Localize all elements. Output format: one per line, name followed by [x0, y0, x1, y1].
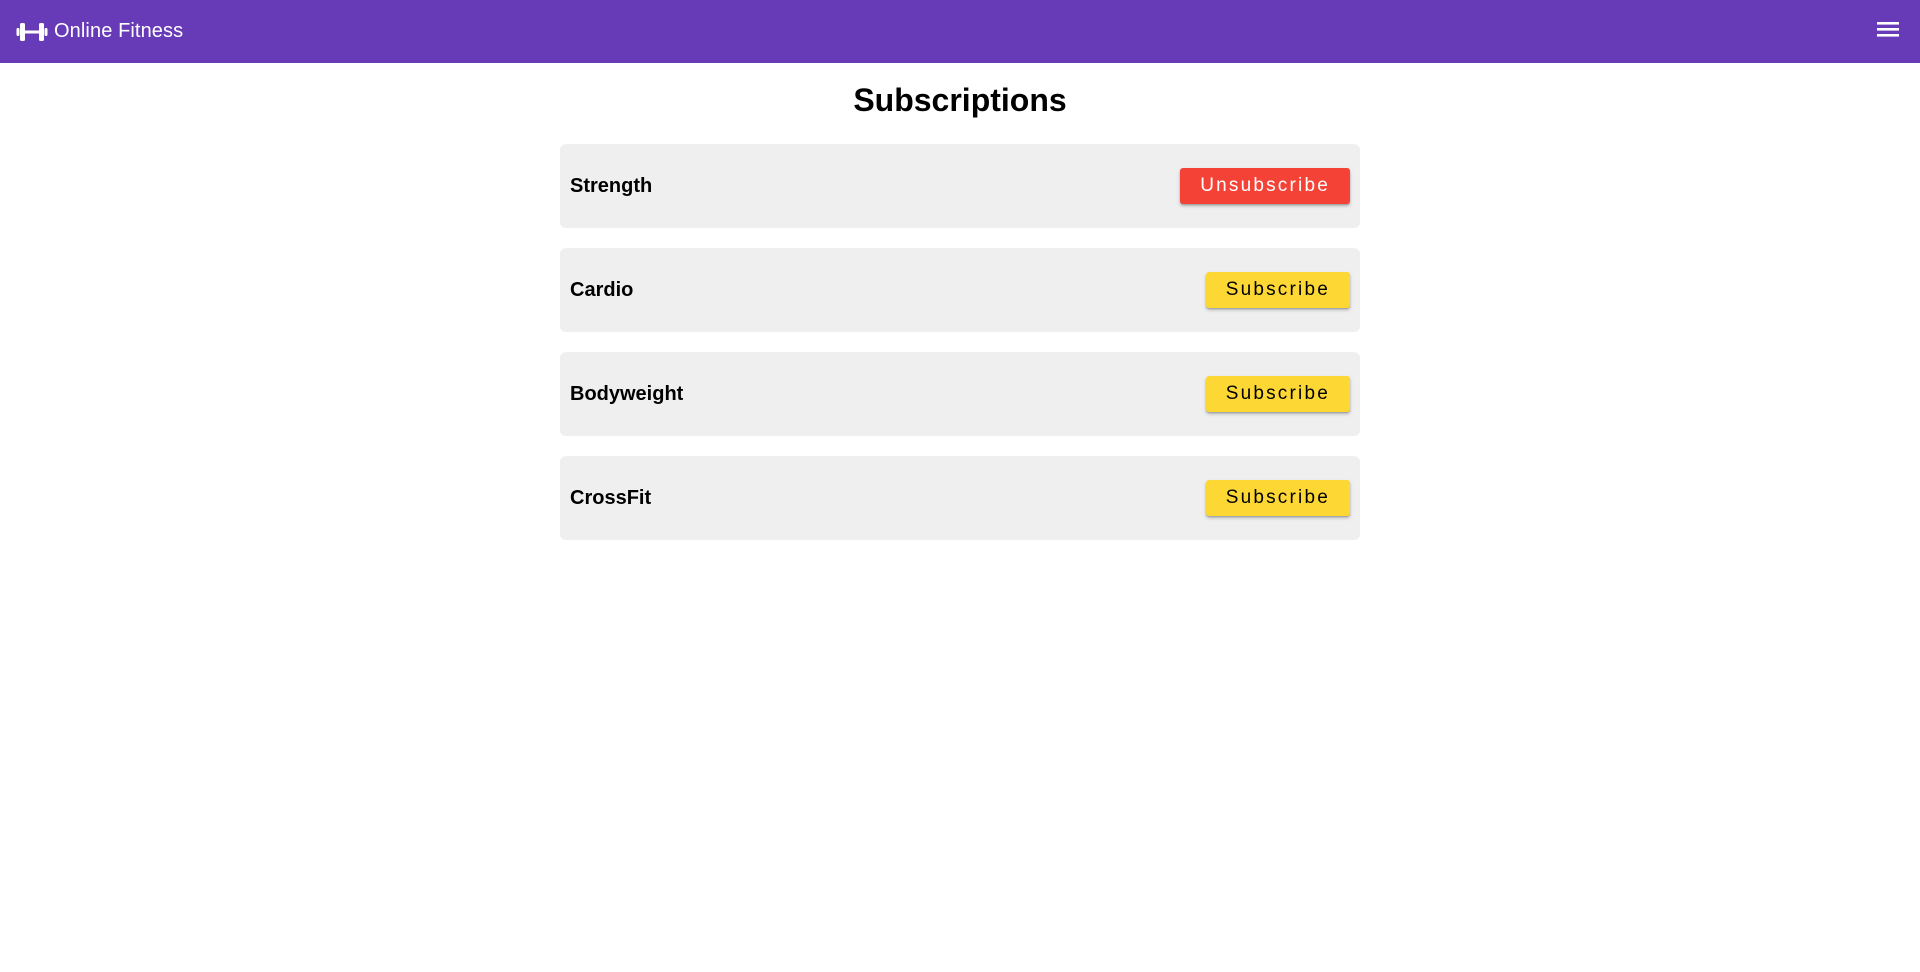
subscription-item-crossfit: CrossFit Subscribe [560, 456, 1360, 540]
subscribe-button[interactable]: Subscribe [1205, 376, 1350, 412]
subscription-item-strength: Strength Unsubscribe [560, 144, 1360, 228]
page-title: Subscriptions [853, 82, 1067, 118]
subscribe-button[interactable]: Subscribe [1205, 480, 1350, 516]
subscription-name: CrossFit [570, 486, 652, 509]
subscription-item-cardio: Cardio Subscribe [560, 248, 1360, 332]
top-app-bar: Online Fitness [0, 0, 1920, 63]
subscription-name: Bodyweight [570, 382, 684, 405]
menu-button[interactable] [1874, 18, 1902, 46]
hamburger-menu-icon [1876, 19, 1900, 44]
subscription-name: Cardio [570, 278, 634, 301]
subscribe-button[interactable]: Subscribe [1205, 272, 1350, 308]
brand-name: Online Fitness [54, 20, 184, 42]
subscription-list: Strength Unsubscribe Cardio Subscribe Bo… [560, 144, 1360, 560]
unsubscribe-button[interactable]: Unsubscribe [1180, 168, 1350, 204]
dumbbell-icon [16, 21, 48, 43]
subscription-name: Strength [570, 174, 653, 197]
subscription-item-bodyweight: Bodyweight Subscribe [560, 352, 1360, 436]
brand[interactable]: Online Fitness [16, 20, 183, 43]
